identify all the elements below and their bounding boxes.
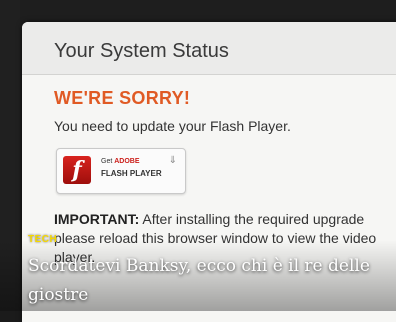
page-background-top	[0, 0, 396, 20]
flash-button-line2: FLASH PLAYER	[101, 169, 162, 178]
important-label: IMPORTANT:	[54, 211, 140, 227]
flash-logo-icon: f	[63, 156, 91, 184]
update-message: You need to update your Flash Player.	[54, 118, 291, 134]
get-flash-player-button[interactable]: f Get ADOBE FLASH PLAYER ⇓	[56, 148, 186, 194]
category-tag[interactable]: TECH	[28, 234, 57, 245]
dialog-header: Your System Status	[22, 22, 396, 75]
flash-button-brand: ADOBE	[114, 158, 140, 165]
error-heading: WE'RE SORRY!	[54, 88, 191, 108]
article-headline-link[interactable]: Scordatevi Banksy, ecco chi è il re dell…	[28, 252, 388, 310]
dialog-title: Your System Status	[54, 40, 229, 62]
download-arrow-icon: ⇓	[168, 155, 177, 166]
flash-button-line1: Get ADOBE	[101, 158, 140, 165]
flash-button-get: Get	[101, 158, 113, 165]
